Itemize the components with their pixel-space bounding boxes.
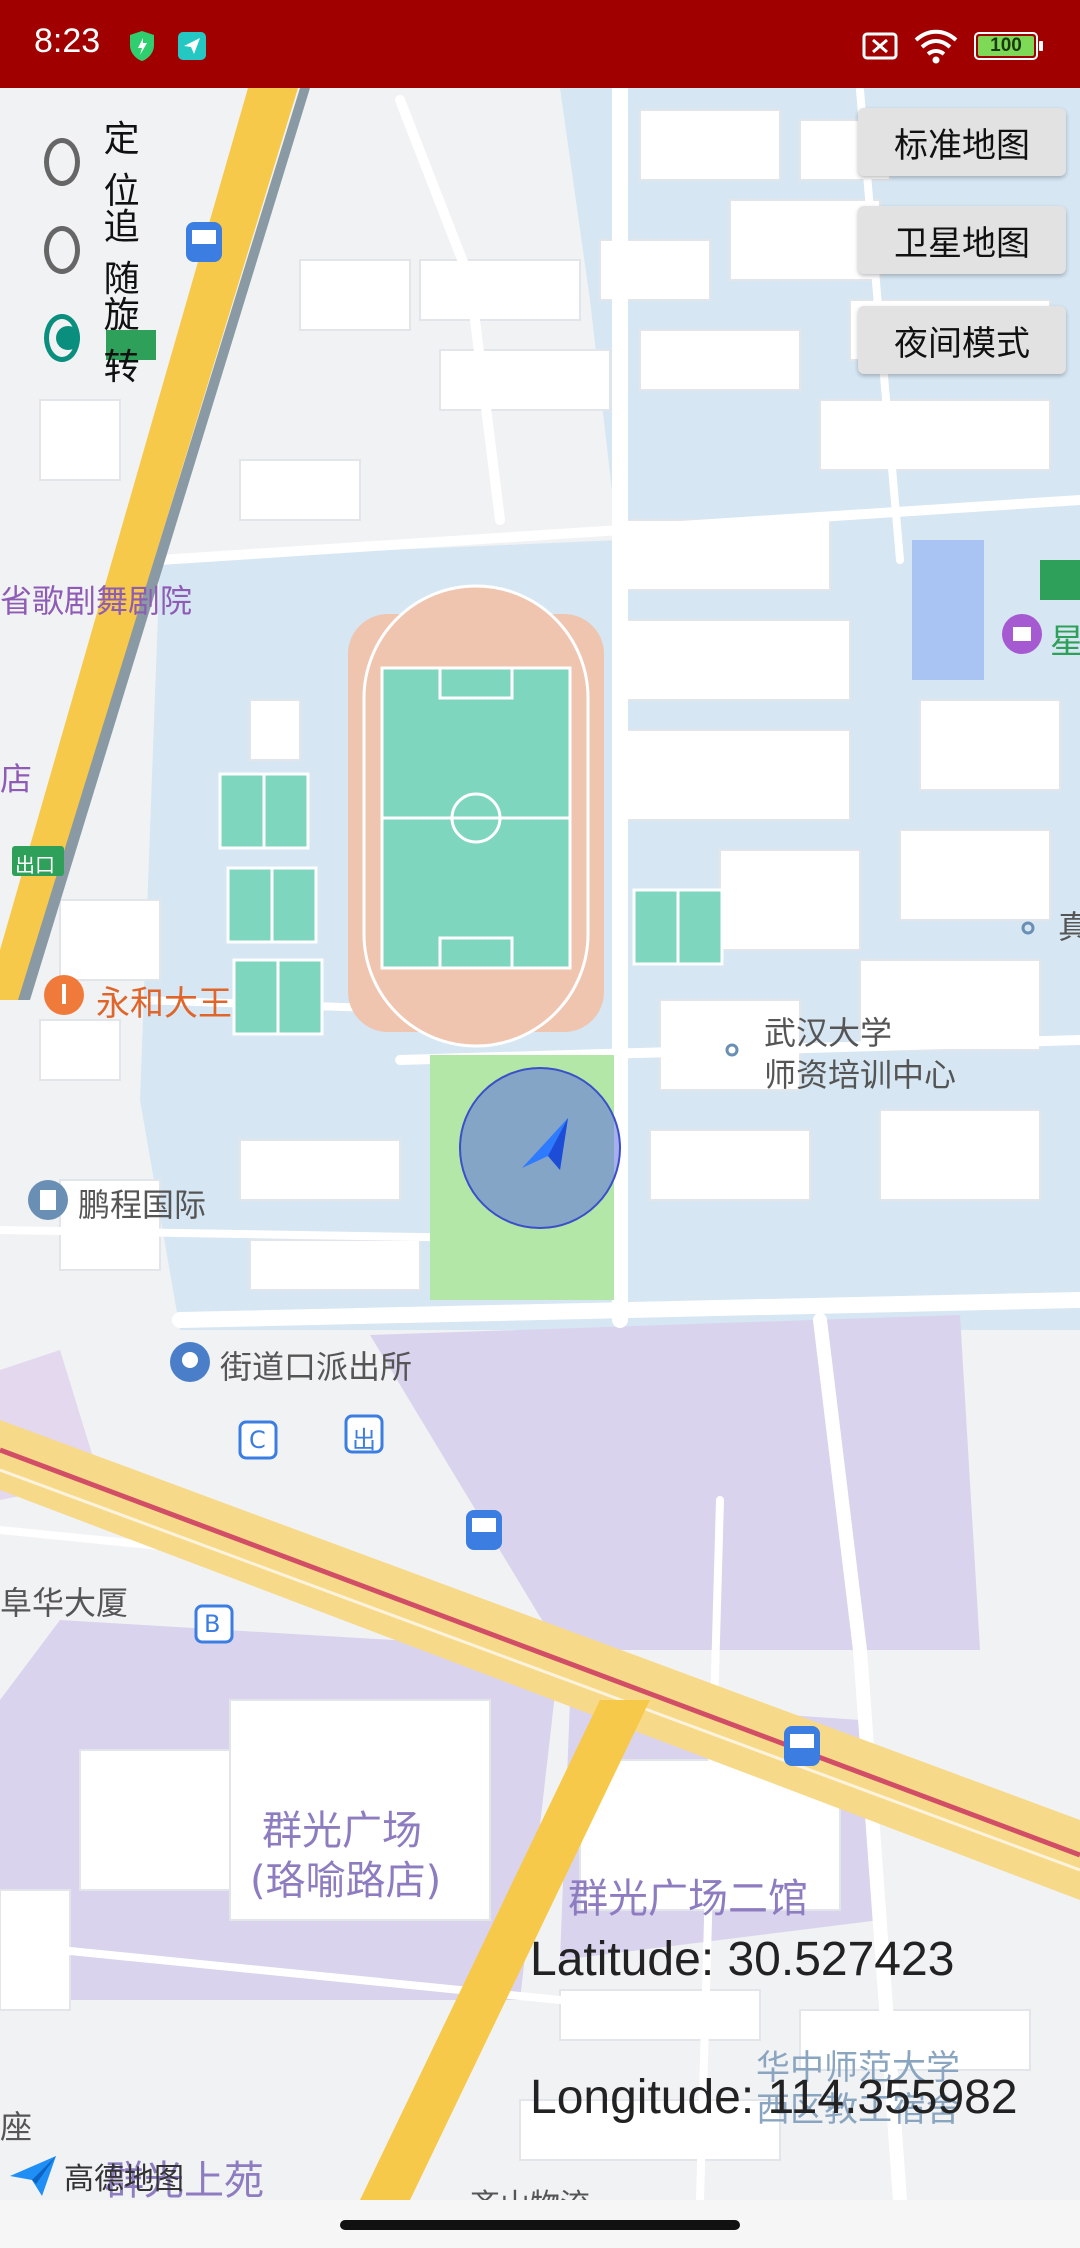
radio-button-rotate[interactable] <box>44 314 80 362</box>
poi-label-opera[interactable]: 省歌剧舞剧院 <box>0 576 192 622</box>
poi-label-police[interactable]: 街道口派出所 <box>220 1342 412 1388</box>
night-mode-button[interactable]: 夜间模式 <box>858 306 1066 374</box>
exit-sign-label: 出口 <box>15 853 55 877</box>
location-accuracy-circle <box>459 1067 621 1229</box>
radio-rotate[interactable]: 旋转 <box>44 295 152 388</box>
poi-label-qunguang-2[interactable]: (珞喻路店) <box>250 1848 441 1906</box>
bus-stop-icon <box>466 1510 502 1550</box>
poi-label-xing[interactable]: 星 <box>1050 614 1080 663</box>
poi-label-qunguang2[interactable]: 群光广场二馆 <box>568 1866 808 1924</box>
paper-plane-icon <box>178 32 206 60</box>
poi-label-zuo[interactable]: 座 <box>0 2102 32 2148</box>
shield-icon <box>130 31 154 61</box>
amap-logo: 高德地图 <box>8 2154 184 2198</box>
radio-button-locate[interactable] <box>44 138 80 186</box>
bus-stop-icon <box>186 222 222 262</box>
home-gesture-handle[interactable] <box>340 2220 740 2230</box>
restaurant-pin-icon <box>44 975 84 1015</box>
longitude-text: Longitude: 114.355982 <box>530 2071 1018 2124</box>
satellite-map-button[interactable]: 卫星地图 <box>858 206 1066 274</box>
battery-icon: 100 <box>974 32 1043 60</box>
radio-follow[interactable]: 追随 <box>44 207 152 300</box>
poi-label-zhen[interactable]: 真 <box>1058 902 1080 948</box>
exit-chu-label: 出 <box>352 1426 376 1454</box>
radio-button-follow[interactable] <box>44 226 80 274</box>
latitude-text: Latitude: 30.527423 <box>530 1933 955 1986</box>
police-pin-icon <box>170 1342 210 1382</box>
poi-label-whu-2[interactable]: 师资培训中心 <box>764 1050 956 1096</box>
radio-locate[interactable]: 定位 <box>44 119 152 212</box>
status-bar: 8:23 100 <box>0 0 1080 88</box>
poi-label-whu-1[interactable]: 武汉大学 <box>764 1008 892 1054</box>
map-canvas[interactable] <box>0 88 1080 2200</box>
shopping-pin-icon <box>1002 614 1042 654</box>
status-time: 8:23 <box>34 22 101 60</box>
map-view[interactable]: 省歌剧舞剧院 店 出口 永和大王 武汉大学 师资培训中心 鹏程国际 街道口派出所… <box>0 88 1080 2200</box>
amap-logo-text: 高德地图 <box>64 2162 184 2197</box>
poi-label-qishan[interactable]: 齐山物流 <box>470 2180 590 2200</box>
exit-c-label: C <box>249 1426 266 1454</box>
sim-off-icon <box>862 32 898 60</box>
wifi-icon <box>914 29 958 64</box>
bus-stop-icon <box>784 1726 820 1766</box>
poi-label-store[interactable]: 店 <box>0 754 32 800</box>
building-pin-icon <box>28 1180 68 1220</box>
poi-label-fuhua[interactable]: 阜华大厦 <box>0 1578 128 1624</box>
poi-label-pengcheng[interactable]: 鹏程国际 <box>78 1180 206 1226</box>
amap-plane-icon <box>10 2156 56 2196</box>
radio-label-rotate: 旋转 <box>103 295 140 388</box>
standard-map-button[interactable]: 标准地图 <box>858 108 1066 176</box>
exit-b-label: B <box>204 1610 221 1638</box>
battery-level: 100 <box>990 35 1022 56</box>
station-sign-icon <box>1040 560 1080 600</box>
poi-label-restaurant[interactable]: 永和大王 <box>96 976 232 1025</box>
